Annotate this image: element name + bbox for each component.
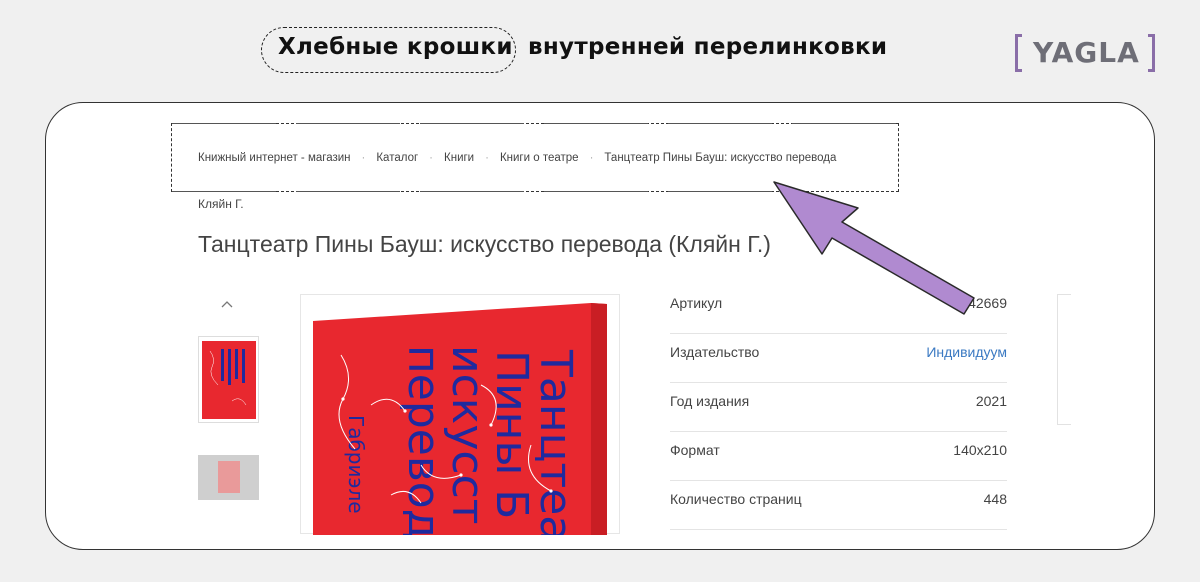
spec-key: Год издания (670, 393, 750, 409)
logo-bracket-right (1148, 34, 1155, 72)
breadcrumb-item-current-continuation: Кляйн Г. (198, 197, 244, 211)
logo-bracket-left (1015, 34, 1022, 72)
slide-title-highlight: Хлебные крошки (278, 34, 513, 60)
tab-divider (544, 191, 648, 192)
thumbnail-cover-front[interactable] (198, 336, 259, 423)
product-cover-image[interactable]: Танцтеа Пины Б искусст перевод Габриэле (301, 295, 621, 535)
tab-divider (172, 191, 276, 192)
tab-divider (668, 191, 772, 192)
yagla-logo: YAGLA (1015, 34, 1155, 74)
tab-divider (792, 123, 896, 124)
cover-author: Габриэле (344, 415, 368, 514)
spec-row-format: Формат 140x210 (670, 432, 1007, 481)
thumbnail-cover-image (202, 341, 256, 419)
spec-key: Издательство (670, 344, 760, 360)
breadcrumb-separator: · (361, 152, 366, 164)
breadcrumb-item-current: Танцтеатр Пины Бауш: искусство перевода (604, 152, 837, 164)
breadcrumb-item-theatre-books[interactable]: Книги о театре (500, 152, 579, 164)
spec-key: Формат (670, 442, 720, 458)
tab-divider (296, 191, 400, 192)
product-cover-frame: Танцтеа Пины Б искусст перевод Габриэле (300, 294, 621, 535)
breadcrumb-item-books[interactable]: Книги (444, 152, 474, 164)
spec-value: 140x210 (953, 442, 1007, 458)
side-panel-edge (1057, 294, 1071, 425)
publisher-link[interactable]: Индивидуум (926, 344, 1007, 360)
breadcrumb-separator: · (429, 152, 434, 164)
tab-divider (544, 123, 648, 124)
spec-row-year: Год издания 2021 (670, 383, 1007, 432)
breadcrumb-separator: · (485, 152, 489, 164)
tab-divider (296, 123, 400, 124)
tab-divider (420, 191, 524, 192)
spec-row-publisher: Издательство Индивидуум (670, 334, 1007, 383)
breadcrumb: Книжный интернет - магазин · Каталог · Книги… (198, 152, 836, 164)
page-title: Танцтеатр Пины Бауш: искусство перевода … (198, 231, 771, 257)
tab-divider (668, 123, 772, 124)
thumbnail-back-image (218, 461, 240, 493)
spec-row-pages: Количество страниц 448 (670, 481, 1007, 530)
slide-title-rest: внутренней перелинковки (528, 34, 888, 60)
spec-key: Артикул (670, 295, 723, 311)
chevron-up-icon[interactable] (221, 299, 233, 311)
spec-value: 448 (983, 491, 1007, 507)
breadcrumb-item-catalog[interactable]: Каталог (376, 152, 418, 164)
breadcrumb-separator: · (589, 152, 594, 164)
thumbnail-cover-art (209, 349, 247, 406)
tab-divider (172, 123, 276, 124)
product-specs-table: Артикул 742669 Издательство Индивидуум Г… (670, 285, 1007, 530)
thumbnail-cover-back[interactable] (198, 455, 259, 500)
cover-title-line: перевод (398, 345, 449, 535)
breadcrumb-item-store[interactable]: Книжный интернет - магазин (198, 152, 351, 164)
spec-key: Количество страниц (670, 491, 802, 507)
arrow-icon (773, 181, 975, 315)
spec-value: 2021 (975, 393, 1007, 409)
tab-divider (420, 123, 524, 124)
logo-text: YAGLA (1033, 36, 1140, 69)
